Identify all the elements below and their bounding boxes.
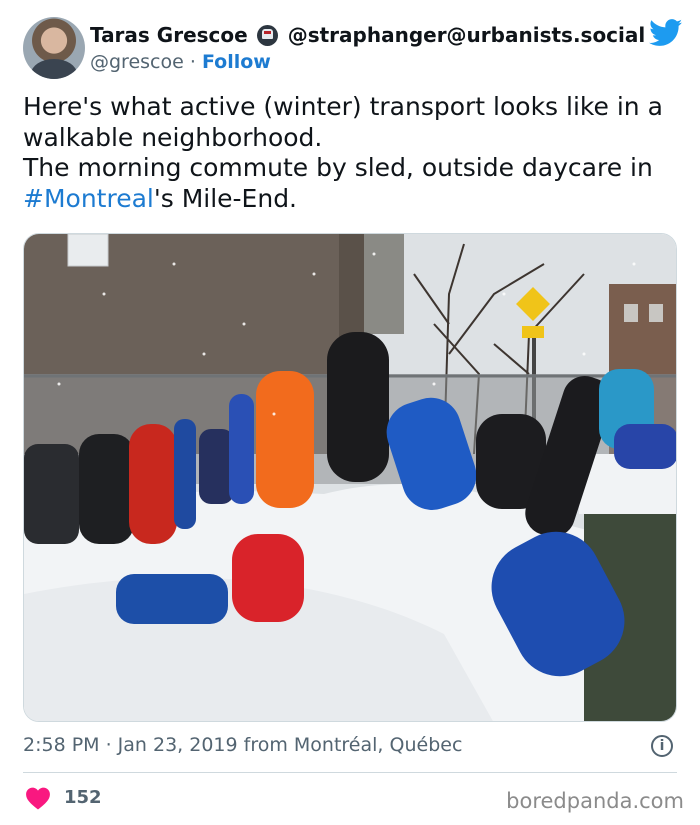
hashtag-link[interactable]: #Montreal bbox=[23, 184, 154, 213]
tweet-header: Taras Grescoe @straphanger@urbanists.soc… bbox=[23, 17, 683, 81]
follow-button[interactable]: Follow bbox=[202, 51, 271, 73]
tweet-line: The morning commute by sled, outside day… bbox=[23, 153, 653, 182]
twitter-bird-icon[interactable] bbox=[649, 19, 683, 47]
train-icon bbox=[256, 24, 278, 46]
divider bbox=[23, 772, 677, 773]
tweet-photo[interactable] bbox=[23, 233, 677, 722]
author-handle[interactable]: @grescoe bbox=[90, 51, 184, 73]
mastodon-handle: @straphanger@urbanists.social bbox=[287, 23, 646, 47]
author-name[interactable]: Taras Grescoe bbox=[90, 23, 248, 47]
author-name-row: Taras Grescoe @straphanger@urbanists.soc… bbox=[90, 23, 645, 47]
avatar[interactable] bbox=[23, 17, 85, 79]
tweet-line: #Montreal's Mile-End. bbox=[23, 184, 683, 215]
sleds-in-snow-image bbox=[24, 234, 676, 721]
like-count: 152 bbox=[64, 787, 102, 808]
tweet-line-rest: 's Mile-End. bbox=[153, 183, 298, 213]
heart-icon[interactable] bbox=[25, 786, 51, 810]
tweet-line: Here's what active (winter) transport lo… bbox=[23, 92, 663, 121]
tweet-text: Here's what active (winter) transport lo… bbox=[23, 92, 683, 214]
watermark: boredpanda.com bbox=[506, 789, 684, 813]
info-icon[interactable]: i bbox=[651, 735, 673, 757]
separator: · bbox=[189, 51, 196, 73]
tweet-timestamp[interactable]: 2:58 PM · Jan 23, 2019 from Montréal, Qu… bbox=[23, 734, 462, 756]
handle-row: @grescoe · Follow bbox=[90, 51, 271, 73]
tweet-line: walkable neighborhood. bbox=[23, 122, 323, 152]
